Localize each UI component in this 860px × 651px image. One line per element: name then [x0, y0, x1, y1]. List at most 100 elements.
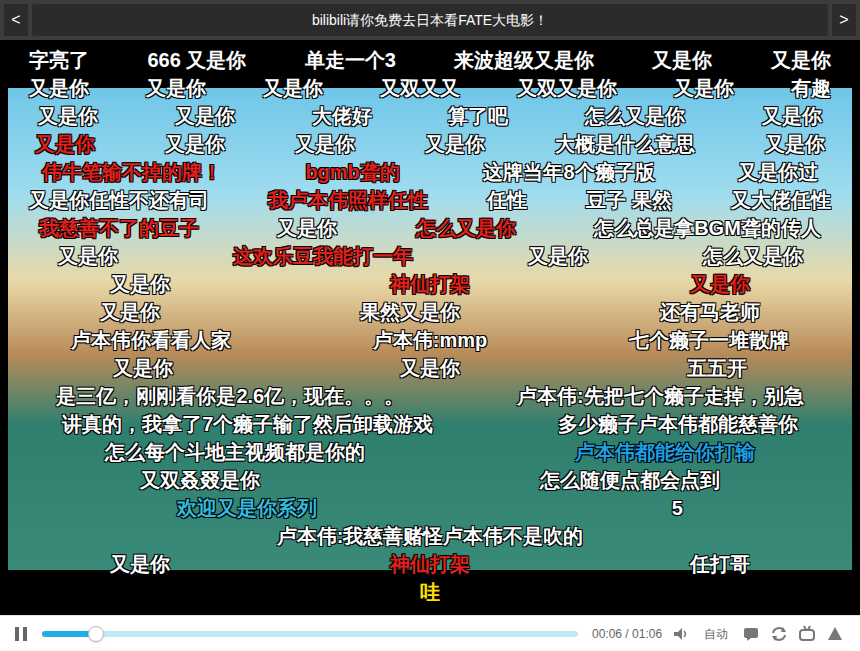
danmaku-comment: 又是你	[110, 272, 170, 296]
danmaku-lane: 是三亿，刚刚看你是2.6亿，现在。。。 卢本伟:先把七个癞子走掉，别急	[0, 382, 860, 410]
danmaku-comment: 哇	[420, 580, 440, 604]
danmaku-comment: 单走一个3	[305, 48, 396, 72]
danmaku-comment: 多少癞子卢本伟都能慈善你	[558, 412, 798, 436]
loop-icon[interactable]	[770, 625, 788, 643]
danmaku-comment: 卢本伟:mmp	[373, 328, 487, 352]
danmaku-comment: 又是你	[425, 132, 485, 156]
danmaku-comment: 这牌当年8个癞子版	[483, 160, 654, 184]
volume-icon[interactable]	[672, 625, 690, 643]
danmaku-comment: 任打哥	[690, 552, 750, 576]
danmaku-comment: 还有马老师	[660, 300, 760, 324]
danmaku-comment: 又是你过	[738, 160, 818, 184]
danmaku-comment: 大佬好	[312, 104, 372, 128]
danmaku-comment: 怎么总是拿BGM聋的传人	[594, 216, 821, 240]
danmaku-comment: 卢本伟:我慈善赌怪卢本伟不是吹的	[277, 524, 584, 548]
tv-icon[interactable]	[798, 625, 816, 643]
danmaku-comment: 又大佬任性	[731, 188, 831, 212]
danmaku-comment: 又是你	[765, 132, 825, 156]
danmaku-comment: 大概是什么意思	[555, 132, 695, 156]
danmaku-comment: 卢本伟都能给你打输	[575, 440, 755, 464]
danmaku-comment: 又是你	[762, 104, 822, 128]
danmaku-lane: 又是你 又是你 大佬好 算了吧 怎么又是你 又是你	[0, 102, 860, 130]
danmaku-lane: 又是你果然又是你还有马老师	[0, 298, 860, 326]
danmaku-comment: 又双叒叕是你	[140, 468, 260, 492]
danmaku-comment: 神仙打架	[390, 272, 470, 296]
forward-button[interactable]: >	[832, 4, 856, 36]
danmaku-lane: 又是你 又是你 五五开	[0, 354, 860, 382]
danmaku-comment: 又是你	[295, 132, 355, 156]
danmaku-lane: 伟牛笔输不掉的牌！ bgmb聋的 这牌当年8个癞子版 又是你过	[0, 158, 860, 186]
danmaku-comment: 七个癞子一堆散牌	[629, 328, 789, 352]
danmaku-lane: 哇	[0, 578, 860, 606]
quality-button[interactable]: 自动	[700, 625, 732, 643]
danmaku-comment: 字亮了	[29, 48, 89, 72]
danmaku-comment: 神仙打架	[390, 552, 470, 576]
pause-icon[interactable]	[10, 624, 32, 644]
danmaku-lane: 欢迎又是你系列 5	[0, 494, 860, 522]
danmaku-comment: 5	[672, 496, 683, 520]
danmaku-lane: 卢本伟:我慈善赌怪卢本伟不是吹的	[0, 522, 860, 550]
danmaku-comment: 怎么随便点都会点到	[540, 468, 720, 492]
danmaku-comment: 怎么又是你	[585, 104, 685, 128]
control-bar: 00:06 / 01:06 自动	[0, 615, 860, 651]
progress-knob[interactable]	[88, 626, 104, 642]
danmaku-comment: 是三亿，刚刚看你是2.6亿，现在。。。	[56, 384, 404, 408]
danmaku-lane: 讲真的，我拿了7个癞子输了然后卸载游戏多少癞子卢本伟都能慈善你	[0, 410, 860, 438]
settings-icon[interactable]	[826, 625, 844, 643]
danmaku-comment: 怎么又是你	[416, 216, 516, 240]
danmaku-comment: 666 又是你	[147, 48, 246, 72]
danmaku-comment: 又是你	[113, 356, 173, 380]
danmaku-comment: 伟牛笔输不掉的牌！	[42, 160, 222, 184]
danmaku-comment: 有趣	[791, 76, 831, 100]
danmaku-comment: 又是你	[528, 244, 588, 268]
danmaku-comment: 又是你	[35, 132, 95, 156]
danmaku-comment: 豆子 果然	[586, 188, 672, 212]
danmaku-lane: 又是你 神仙打架 又是你	[0, 270, 860, 298]
danmaku-comment: 又是你	[277, 216, 337, 240]
danmaku-comment: 又是你任性不还有司	[29, 188, 209, 212]
danmaku-comment: 又是你	[38, 104, 98, 128]
danmaku-comment: 卢本伟:先把七个癞子走掉，别急	[517, 384, 804, 408]
danmaku-comment: 怎么又是你	[703, 244, 803, 268]
danmaku-lane: 又双叒叕是你 怎么随便点都会点到	[0, 466, 860, 494]
danmaku-comment: 又双又又	[380, 76, 460, 100]
danmaku-comment: 这欢乐豆我能打一年	[233, 244, 413, 268]
danmaku-comment: 我卢本伟照样任性	[268, 188, 428, 212]
danmaku-lane: 又是你又是你又是你又双又又又双又是你又是你有趣	[0, 74, 860, 102]
video-title: bilibili请你免费去日本看FATE大电影！	[32, 4, 828, 36]
danmaku-comment: 又是你	[400, 356, 460, 380]
danmaku-layer: 字亮了666 又是你单走一个3来波超级又是你又是你又是你又是你又是你又是你又双又…	[0, 40, 860, 615]
progress-track[interactable]	[42, 631, 578, 637]
danmaku-comment: 又是你	[690, 272, 750, 296]
time-display: 00:06 / 01:06	[592, 625, 662, 643]
danmaku-comment: 任性	[487, 188, 527, 212]
danmaku-comment: 我慈善不了的豆子	[39, 216, 199, 240]
title-bar: <bilibili请你免费去日本看FATE大电影！>	[0, 0, 860, 40]
danmaku-comment: 五五开	[687, 356, 747, 380]
danmaku-comment: 来波超级又是你	[454, 48, 594, 72]
danmaku-comment: 又是你	[263, 76, 323, 100]
danmaku-comment: 又是你	[165, 132, 225, 156]
danmaku-comment: 又是你	[110, 552, 170, 576]
danmaku-lane: 字亮了 666 又是你 单走一个3 来波超级又是你 又是你 又是你	[0, 46, 860, 74]
danmaku-bubble-icon[interactable]	[742, 625, 760, 643]
danmaku-comment: 又是你	[652, 48, 712, 72]
danmaku-lane: 我慈善不了的豆子 又是你 怎么又是你 怎么总是拿BGM聋的传人	[0, 214, 860, 242]
danmaku-comment: 又是你	[175, 104, 235, 128]
danmaku-comment: 怎么每个斗地主视频都是你的	[105, 440, 365, 464]
danmaku-comment: bgmb聋的	[305, 160, 399, 184]
danmaku-lane: 又是你任性不还有司 我卢本伟照样任性 任性 豆子 果然 又大佬任性	[0, 186, 860, 214]
danmaku-comment: 欢迎又是你系列	[177, 496, 317, 520]
danmaku-comment: 又是你	[674, 76, 734, 100]
danmaku-comment: 又双又是你	[517, 76, 617, 100]
danmaku-lane: 又是你 神仙打架 任打哥	[0, 550, 860, 578]
danmaku-comment: 卢本伟你看看人家	[71, 328, 231, 352]
danmaku-lane: 又是你 这欢乐豆我能打一年 又是你 怎么又是你	[0, 242, 860, 270]
danmaku-comment: 又是你	[29, 76, 89, 100]
danmaku-comment: 又是你	[100, 300, 160, 324]
video-area[interactable]: 字亮了666 又是你单走一个3来波超级又是你又是你又是你又是你又是你又是你又双又…	[0, 40, 860, 615]
back-button[interactable]: <	[4, 4, 28, 36]
danmaku-comment: 又是你	[58, 244, 118, 268]
danmaku-comment: 又是你	[771, 48, 831, 72]
danmaku-comment: 算了吧	[448, 104, 508, 128]
